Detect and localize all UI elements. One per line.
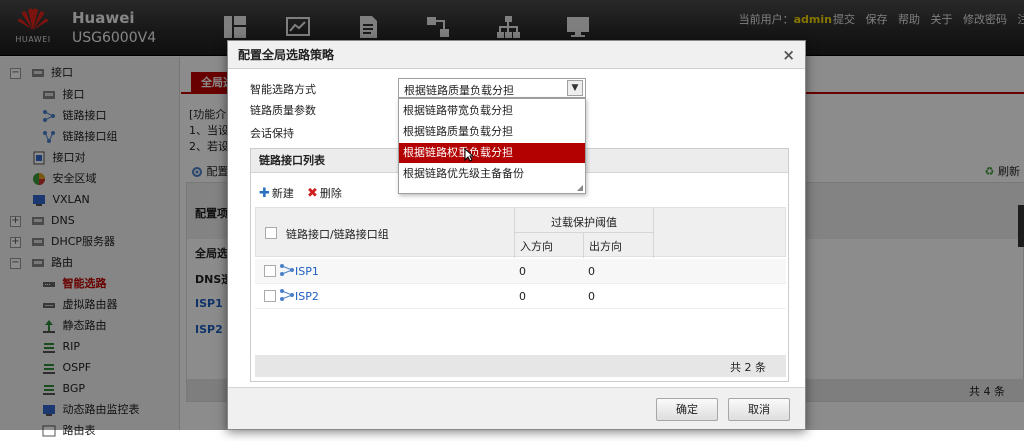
route-mode-select[interactable]: 根据链路质量负载分担 ▼ xyxy=(398,78,586,98)
row-checkbox[interactable] xyxy=(264,290,276,302)
table-row: ISP1 0 0 xyxy=(255,259,786,284)
dialog-title: 配置全局选路策略 × xyxy=(228,41,805,69)
record-count: 共 2 条 xyxy=(730,359,766,375)
column-header-name: 链路接口/链路接口组 xyxy=(286,226,389,242)
plus-icon: ✚ xyxy=(259,186,270,201)
dropdown-option[interactable]: 根据链路质量负载分担 xyxy=(399,122,585,142)
ok-button[interactable]: 确定 xyxy=(656,398,718,421)
global-route-policy-dialog: 配置全局选路策略 × 智能选路方式 链路质量参数 会话保持 根据链路质量负载分担… xyxy=(227,40,806,430)
select-all-checkbox[interactable] xyxy=(265,227,277,239)
column-divider xyxy=(653,208,654,258)
dialog-title-text: 配置全局选路策略 xyxy=(238,48,334,62)
selected-value: 根据链路质量负载分担 xyxy=(404,82,514,98)
table-row: ISP2 0 0 xyxy=(255,284,786,309)
delete-icon: ✖ xyxy=(307,186,318,201)
column-header-group: 过载保护阈值 xyxy=(551,214,617,230)
isp-link[interactable]: ISP1 xyxy=(295,265,319,278)
row-checkbox[interactable] xyxy=(264,265,276,277)
link-interface-icon xyxy=(280,289,294,301)
close-icon[interactable]: × xyxy=(782,41,795,69)
delete-button-label: 删除 xyxy=(320,187,342,200)
route-mode-dropdown: 根据链路带宽负载分担 根据链路质量负载分担 根据链路权重负载分担 根据链路优先级… xyxy=(398,98,586,194)
cancel-button[interactable]: 取消 xyxy=(728,398,790,421)
delete-button[interactable]: ✖删除 xyxy=(307,185,342,201)
out-threshold: 0 xyxy=(588,290,595,303)
quality-label: 链路质量参数 xyxy=(250,102,316,118)
in-threshold: 0 xyxy=(519,265,526,278)
column-header-out: 出方向 xyxy=(589,238,622,254)
out-threshold: 0 xyxy=(588,265,595,278)
column-header-in: 入方向 xyxy=(520,238,553,254)
in-threshold: 0 xyxy=(519,290,526,303)
column-divider xyxy=(583,232,584,258)
dialog-footer: 确定 取消 xyxy=(228,387,805,429)
dropdown-option-highlighted[interactable]: 根据链路权重负载分担 xyxy=(399,143,585,163)
mouse-cursor-icon xyxy=(464,148,474,162)
column-divider xyxy=(514,208,515,258)
mode-label: 智能选路方式 xyxy=(250,81,316,97)
chevron-down-icon[interactable]: ▼ xyxy=(567,80,583,96)
link-interface-icon xyxy=(280,264,294,276)
panel-footer: 共 2 条 xyxy=(255,355,786,377)
session-label: 会话保持 xyxy=(250,125,294,141)
new-button[interactable]: ✚新建 xyxy=(259,185,294,201)
isp-link[interactable]: ISP2 xyxy=(295,290,319,303)
resize-grip-icon[interactable]: ◢ xyxy=(577,183,583,192)
dropdown-option[interactable]: 根据链路带宽负载分担 xyxy=(399,101,585,121)
grid-header: 链路接口/链路接口组 过载保护阈值 入方向 出方向 xyxy=(255,207,786,257)
dropdown-option[interactable]: 根据链路优先级主备备份 xyxy=(399,164,585,184)
new-button-label: 新建 xyxy=(272,187,294,200)
